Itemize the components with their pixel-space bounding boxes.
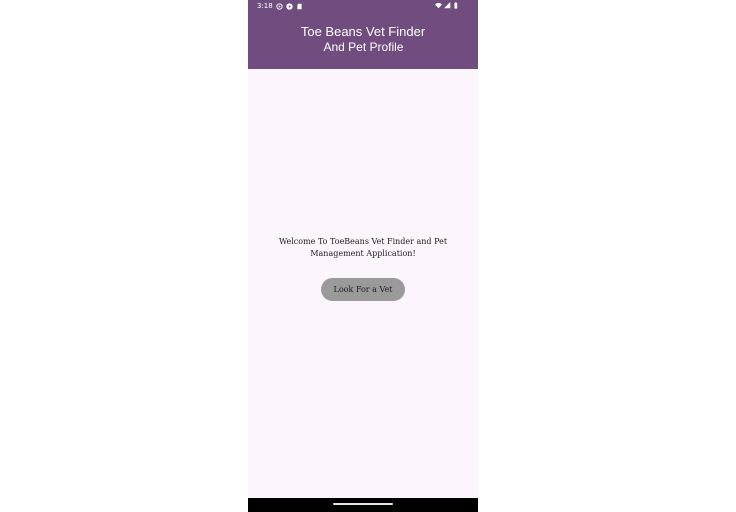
navigation-bar	[248, 498, 478, 512]
wifi-icon	[435, 2, 442, 9]
look-for-vet-button[interactable]: Look For a Vet	[321, 278, 405, 301]
phone-screen: 3:18 Toe Beans Vet Finder And Pet Profil…	[248, 0, 478, 512]
whatsapp-icon	[276, 2, 283, 10]
cell-signal-icon	[444, 2, 451, 9]
app-title-line1: Toe Beans Vet Finder	[300, 24, 426, 39]
media-play-icon	[286, 2, 293, 10]
status-time: 3:18	[257, 2, 273, 10]
app-title: Toe Beans Vet Finder And Pet Profile	[248, 24, 478, 54]
main-content: Welcome To ToeBeans Vet Finder and Pet M…	[248, 69, 478, 498]
status-bar: 3:18	[248, 0, 478, 13]
sd-card-icon	[296, 3, 303, 10]
welcome-text: Welcome To ToeBeans Vet Finder and Pet M…	[278, 237, 448, 258]
gesture-handle[interactable]	[333, 503, 393, 505]
app-title-line2: And Pet Profile	[323, 40, 404, 54]
status-right	[435, 2, 460, 9]
app-bar: 3:18 Toe Beans Vet Finder And Pet Profil…	[248, 0, 478, 69]
battery-icon	[453, 2, 460, 9]
status-left: 3:18	[257, 2, 303, 10]
